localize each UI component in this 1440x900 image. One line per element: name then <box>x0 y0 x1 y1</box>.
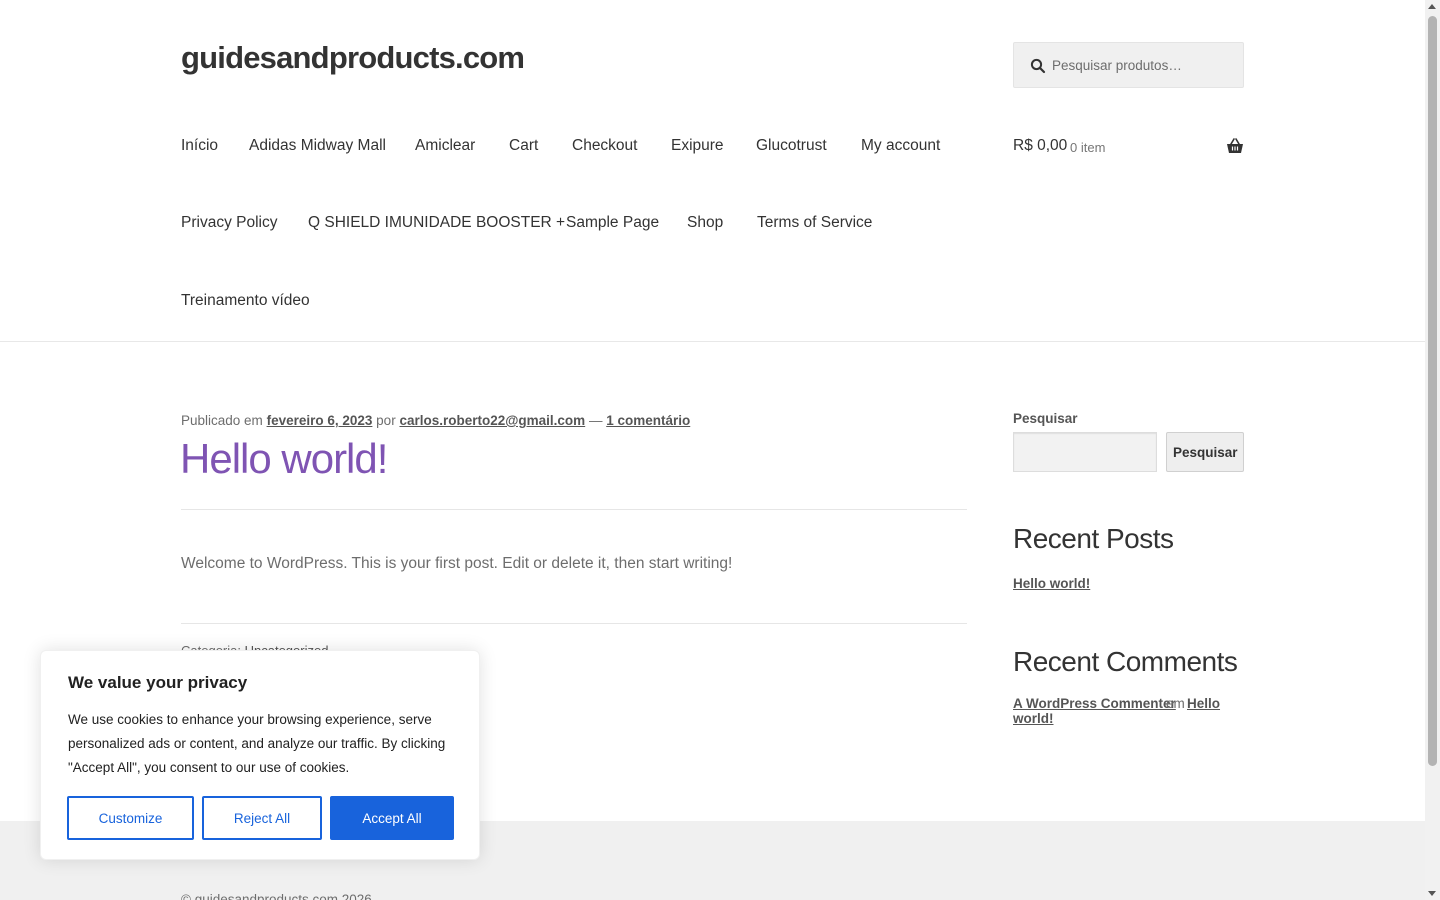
sidebar-search-label: Pesquisar <box>1013 411 1078 426</box>
page: guidesandproducts.com Início Adidas Midw… <box>0 0 1440 900</box>
post-meta-prefix: Publicado em <box>181 413 263 428</box>
post-date-link[interactable]: fevereiro 6, 2023 <box>267 413 373 428</box>
recent-posts-title: Recent Posts <box>1013 523 1174 554</box>
cookie-title: We value your privacy <box>68 673 248 692</box>
product-search-input[interactable] <box>1050 43 1240 87</box>
nav-item-terms-of-service[interactable]: Terms of Service <box>757 214 872 232</box>
scroll-up-arrow-icon[interactable] <box>1428 4 1436 9</box>
cookie-customize-button[interactable]: Customize <box>67 796 194 840</box>
nav-item-q-shield[interactable]: Q SHIELD IMUNIDADE BOOSTER + <box>308 214 565 232</box>
post-meta: Publicado em fevereiro 6, 2023 por carlo… <box>181 413 690 428</box>
cart-item-count: 0 item <box>1070 140 1106 155</box>
post-author-link[interactable]: carlos.roberto22@gmail.com <box>399 413 585 428</box>
comment-post-link[interactable]: Hello <box>1187 696 1220 711</box>
header-divider <box>0 341 1425 342</box>
nav-item-treinamento-video[interactable]: Treinamento vídeo <box>181 292 310 310</box>
cookie-reject-all-button[interactable]: Reject All <box>202 796 322 840</box>
nav-item-inicio[interactable]: Início <box>181 137 218 155</box>
recent-post-link[interactable]: Hello world! <box>1013 576 1090 591</box>
scroll-down-arrow-icon[interactable] <box>1428 891 1436 896</box>
post-divider-bottom <box>181 623 967 624</box>
nav-item-my-account[interactable]: My account <box>861 137 940 155</box>
site-title-link[interactable]: guidesandproducts.com <box>181 40 525 76</box>
sidebar-search-input[interactable] <box>1013 432 1157 472</box>
post-meta-dash: — <box>588 413 603 428</box>
search-icon <box>1030 58 1046 74</box>
header-cart-link[interactable]: R$ 0,00 0 item <box>1013 137 1244 159</box>
nav-item-adidas-midway-mall[interactable]: Adidas Midway Mall <box>249 137 386 155</box>
cart-amount: R$ 0,00 <box>1013 137 1068 154</box>
page-scrollbar[interactable] <box>1425 0 1440 900</box>
product-search-box[interactable] <box>1013 42 1244 88</box>
comment-on-text: em <box>1166 696 1185 711</box>
post-comments-link[interactable]: 1 comentário <box>606 413 690 428</box>
post-content: Welcome to WordPress. This is your first… <box>181 555 733 572</box>
sidebar-search-button[interactable]: Pesquisar <box>1166 432 1244 472</box>
comment-post-link-continued[interactable]: world! <box>1013 711 1054 726</box>
nav-item-glucotrust[interactable]: Glucotrust <box>756 137 827 155</box>
cookie-consent-banner: We value your privacy We use cookies to … <box>40 650 480 860</box>
cookie-accept-all-button[interactable]: Accept All <box>330 796 454 840</box>
nav-item-checkout[interactable]: Checkout <box>572 137 637 155</box>
post-title[interactable]: Hello world! <box>180 435 388 483</box>
scrollbar-thumb[interactable] <box>1428 16 1437 766</box>
footer-copyright: © guidesandproducts.com 2026 <box>181 892 372 900</box>
nav-item-amiclear[interactable]: Amiclear <box>415 137 475 155</box>
recent-comments-title: Recent Comments <box>1013 646 1238 677</box>
nav-item-shop[interactable]: Shop <box>687 214 723 232</box>
post-divider-top <box>181 509 967 510</box>
nav-item-exipure[interactable]: Exipure <box>671 137 724 155</box>
post-meta-by: por <box>376 413 396 428</box>
nav-item-cart[interactable]: Cart <box>509 137 538 155</box>
nav-item-sample-page[interactable]: Sample Page <box>566 214 659 232</box>
commenter-link[interactable]: A WordPress Commenter <box>1013 696 1176 711</box>
basket-icon <box>1227 138 1243 153</box>
cookie-description: We use cookies to enhance your browsing … <box>68 712 446 775</box>
nav-item-privacy-policy[interactable]: Privacy Policy <box>181 214 277 232</box>
